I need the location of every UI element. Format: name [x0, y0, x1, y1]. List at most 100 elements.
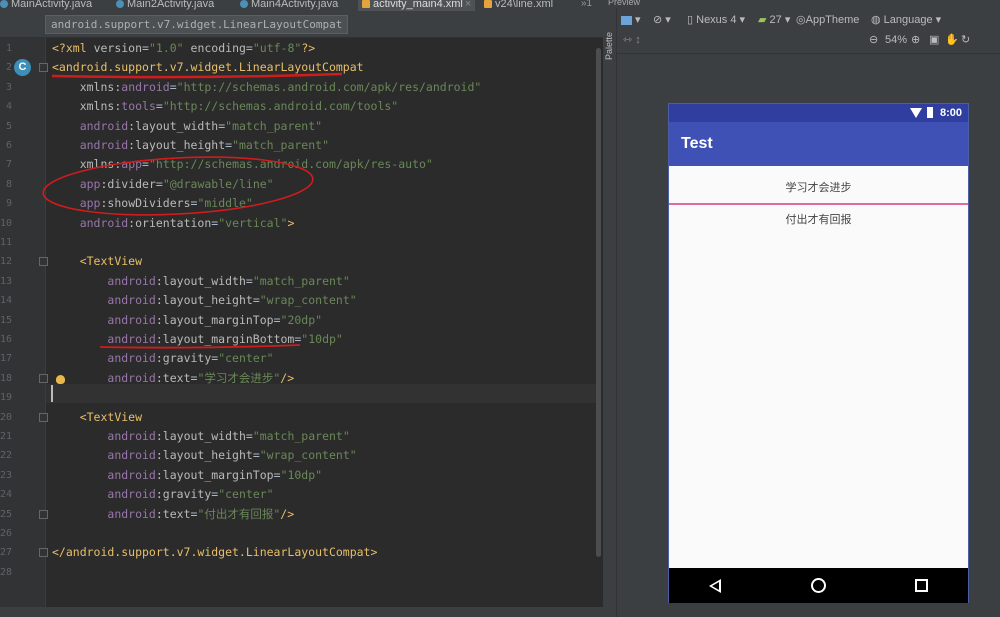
- orientation-button[interactable]: ⊘ ▾: [653, 12, 671, 28]
- resize-handle-icons[interactable]: ⇿ ↕: [623, 32, 641, 48]
- fold-marker-icon[interactable]: [39, 548, 48, 558]
- language-selector[interactable]: ◍ Language ▾: [871, 12, 941, 28]
- line-number: 27: [0, 547, 13, 559]
- theme-label: AppTheme: [805, 14, 860, 26]
- line-number: 1: [5, 43, 12, 54]
- pan-hand-icon[interactable]: ✋: [945, 32, 959, 48]
- code-line[interactable]: xmlns:app="http://schemas.android.com/ap…: [52, 155, 433, 174]
- code-line[interactable]: <TextView: [52, 252, 142, 271]
- class-gutter-icon[interactable]: C: [14, 59, 31, 76]
- preview-title-bar: Preview: [603, 0, 1000, 8]
- line-number: 20: [0, 411, 13, 423]
- breadcrumb[interactable]: android.support.v7.widget.LinearLayoutCo…: [45, 15, 349, 34]
- tab-label: v24\line.xml: [495, 0, 554, 10]
- code-line[interactable]: </android.support.v7.widget.LinearLayout…: [52, 543, 377, 562]
- code-editor[interactable]: 1 2 3 4 5 6 7 8 9 10 11 12 13 14 15 16 17 18 19 20 21 22 23 24 2…: [0, 38, 603, 617]
- code-line[interactable]: android:text="学习才会进步"/>: [52, 369, 294, 388]
- theme-selector[interactable]: ◎AppTheme: [796, 12, 859, 28]
- xml-file-icon: [484, 0, 492, 9]
- code-line[interactable]: android:layout_width="match_parent": [52, 427, 349, 446]
- status-bar: 8:00: [669, 104, 968, 122]
- zoom-in-button[interactable]: ⊕: [911, 32, 920, 48]
- refresh-icon[interactable]: ↻: [961, 32, 970, 48]
- code-line[interactable]: <TextView: [52, 408, 142, 427]
- language-label: Language: [883, 14, 933, 26]
- code-line[interactable]: android:layout_height="wrap_content": [52, 291, 356, 310]
- palette-strip[interactable]: Palette: [603, 8, 617, 617]
- code-line[interactable]: android:layout_width="match_parent": [52, 272, 349, 291]
- line-number: 16: [0, 334, 13, 345]
- line-number: 17: [0, 353, 13, 365]
- fold-marker-icon[interactable]: [39, 373, 48, 383]
- design-surface-button[interactable]: ▾: [621, 12, 641, 28]
- vertical-scrollbar[interactable]: [596, 48, 601, 557]
- code-line[interactable]: android:layout_marginTop="10dp": [52, 466, 322, 485]
- tab-label: Main4Activity.java: [251, 0, 339, 10]
- textview-1: 学习才会进步: [785, 182, 852, 194]
- fold-marker-icon[interactable]: [39, 63, 48, 73]
- line-number: 23: [0, 469, 13, 481]
- code-line[interactable]: android:gravity="center": [52, 485, 273, 504]
- app-title: Test: [681, 135, 713, 152]
- tab-line-xml[interactable]: v24\line.xml: [484, 0, 553, 11]
- home-icon[interactable]: [811, 578, 826, 593]
- tab-label: MainActivity.java: [11, 0, 93, 10]
- code-line[interactable]: android:text="付出才有回报"/>: [52, 505, 294, 524]
- line-gutter: 1 2 3 4 5 6 7 8 9 10 11 12 13 14 15 16 17 18 19 20 21 22 23 24 2…: [0, 38, 48, 617]
- code-line[interactable]: xmlns:tools="http://schemas.android.com/…: [52, 97, 399, 116]
- code-line[interactable]: app:showDividers="middle": [52, 194, 253, 213]
- tab-mainactivity[interactable]: MainActivity.java: [0, 0, 92, 11]
- navigation-bar: [669, 568, 968, 603]
- fold-marker-icon[interactable]: [39, 509, 48, 519]
- recents-icon[interactable]: [915, 579, 928, 592]
- device-label: Nexus 4: [696, 14, 737, 26]
- zoom-out-button[interactable]: ⊖: [869, 32, 878, 48]
- fold-marker-icon[interactable]: [39, 412, 48, 422]
- tab-main2activity[interactable]: Main2Activity.java: [116, 0, 214, 11]
- line-number: 15: [0, 314, 13, 326]
- line-number: 14: [0, 295, 13, 307]
- code-line[interactable]: android:layout_height="match_parent": [52, 136, 329, 155]
- line-number: 21: [0, 431, 13, 442]
- line-number: 2: [5, 62, 12, 74]
- line-number: 11: [0, 237, 13, 248]
- tab-overflow-button[interactable]: »1: [581, 0, 592, 11]
- battery-icon: [927, 107, 933, 118]
- line-number: 22: [0, 450, 13, 462]
- code-line[interactable]: android:layout_marginBottom="10dp": [52, 330, 342, 349]
- java-class-icon: [240, 0, 248, 9]
- tab-main4activity[interactable]: Main4Activity.java: [240, 0, 338, 11]
- palette-label: Palette: [604, 31, 614, 60]
- java-class-icon: [116, 0, 124, 9]
- tab-label: Main2Activity.java: [127, 0, 215, 10]
- line-number: 12: [0, 256, 13, 268]
- code-line[interactable]: android:gravity="center": [52, 349, 273, 368]
- tab-label: activity_main4.xml: [373, 0, 463, 10]
- zoom-fit-button[interactable]: ▣: [929, 32, 939, 48]
- line-number: 4: [5, 101, 12, 113]
- editor-bottom-bar: [0, 607, 603, 617]
- code-line[interactable]: android:orientation="vertical">: [52, 214, 295, 233]
- device-preview: 8:00 Test 学习才会进步 付出才有回报: [668, 103, 969, 603]
- code-line[interactable]: android:layout_width="match_parent": [52, 117, 322, 136]
- code-line[interactable]: <?xml version="1.0" encoding="utf-8"?>: [52, 39, 315, 58]
- device-selector[interactable]: ▯ Nexus 4 ▾: [687, 12, 745, 28]
- api-label: 27: [769, 14, 782, 26]
- close-icon[interactable]: ×: [465, 0, 471, 10]
- code-line[interactable]: android:layout_marginTop="20dp": [52, 311, 322, 330]
- line-number: 24: [0, 489, 13, 501]
- api-selector[interactable]: ▰ 27 ▾: [758, 12, 790, 28]
- tab-activity-main4-xml[interactable]: activity_main4.xml ×: [358, 0, 476, 11]
- code-line[interactable]: android:layout_height="wrap_content": [52, 446, 356, 465]
- code-line[interactable]: <android.support.v7.widget.LinearLayoutC…: [52, 58, 364, 77]
- back-icon[interactable]: [709, 579, 721, 593]
- fold-marker-icon[interactable]: [39, 257, 48, 267]
- theme-icon: ◎: [796, 14, 806, 26]
- preview-title: Preview: [608, 0, 641, 7]
- code-line[interactable]: xmlns:android="http://schemas.android.co…: [52, 78, 482, 97]
- breadcrumb-bar: android.support.v7.widget.LinearLayoutCo…: [0, 11, 603, 38]
- line-number: 8: [5, 178, 12, 190]
- code-line[interactable]: app:divider="@drawable/line": [52, 175, 274, 194]
- app-bar: Test: [669, 122, 968, 166]
- line-number: 18: [0, 372, 13, 384]
